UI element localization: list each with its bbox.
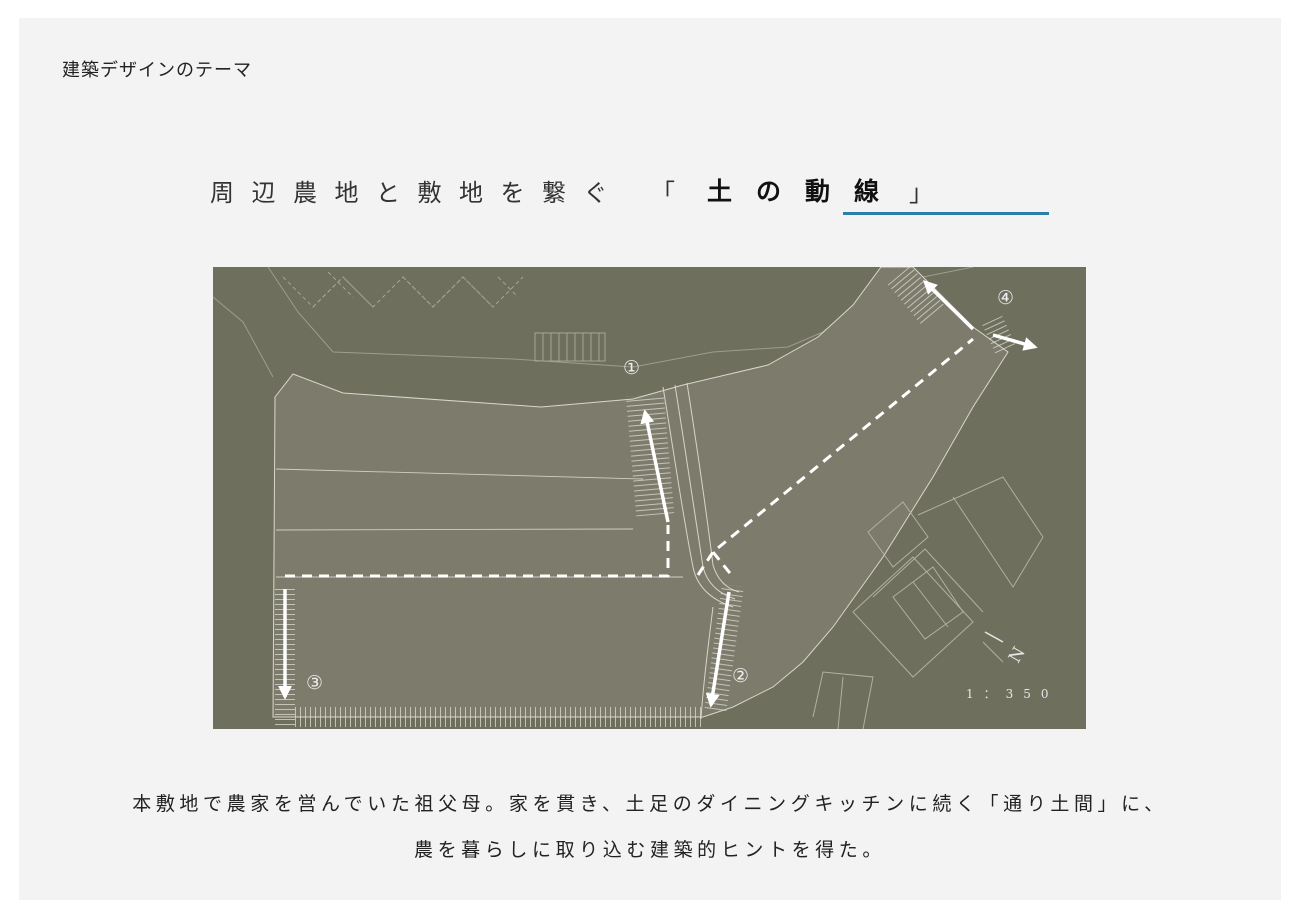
north-line [984, 631, 1004, 643]
step-hatch-4 [295, 707, 705, 727]
headline-bracket-open: 「 [651, 178, 675, 207]
section-label: 建築デザインのテーマ [62, 60, 252, 81]
top-steps [534, 332, 606, 362]
marker-3: ③ [306, 672, 324, 694]
marker-2: ② [732, 665, 750, 687]
marker-4: ④ [997, 287, 1015, 309]
marker-1: ① [623, 357, 641, 379]
caption-line-1: 本敷地で農家を営んでいた祖父母。家を貫き、土足のダイニングキッチンに続く「通り土… [132, 793, 1168, 815]
caption-line-2: 農を暮らしに取り込む建築的ヒントを得た。 [413, 839, 886, 861]
parking-grid [282, 271, 524, 308]
headline-keyword: 土の動線 [707, 177, 904, 206]
headline-prefix: 周辺農地と敷地を繋ぐ [210, 178, 625, 207]
headline: 周辺農地と敷地を繋ぐ 「 土の動線 」 [210, 170, 933, 210]
keyword-underline [843, 212, 1049, 215]
scale-label: 1：350 [966, 687, 1059, 701]
site-plan-drawing [213, 267, 1044, 729]
headline-bracket-close: 」 [909, 178, 934, 207]
site-plan [213, 267, 1086, 729]
